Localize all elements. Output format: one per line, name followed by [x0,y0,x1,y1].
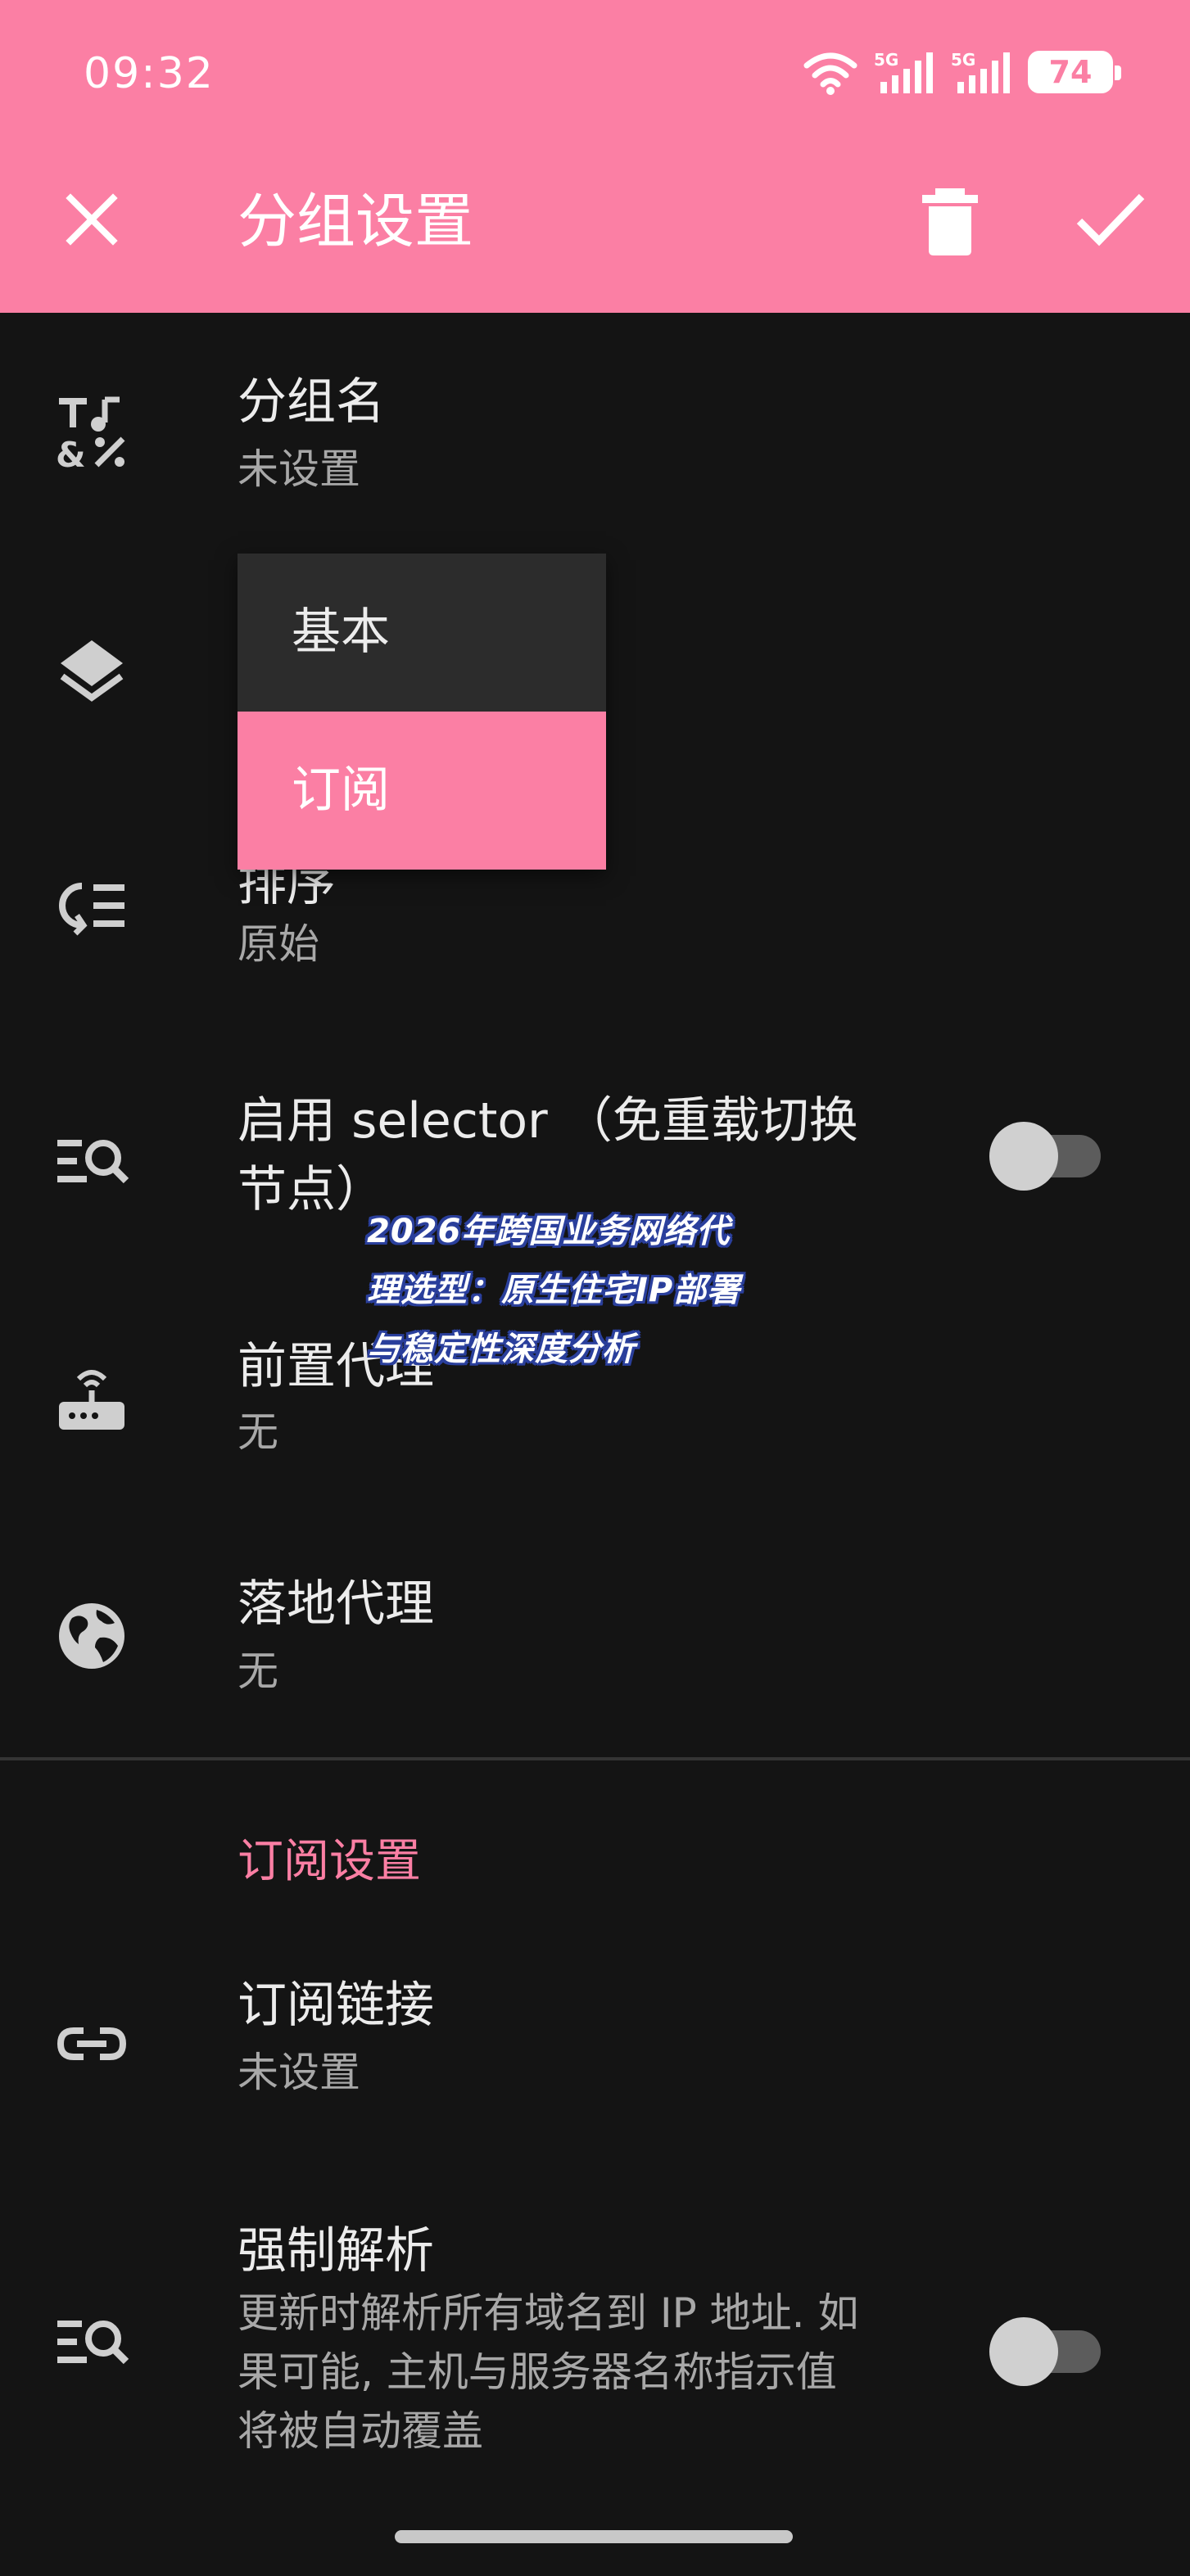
list-search-icon [57,2321,129,2365]
layers-icon [60,640,124,702]
subscription-link-row[interactable]: 订阅链接 未设置 [0,1947,1190,2127]
watermark-line: 与稳定性深度分析 [367,1331,636,1368]
row-description: 更新时解析所有域名到 IP 地址. 如 [238,2289,859,2337]
battery-icon: 74 [1028,51,1121,93]
watermark-overlay: 2026年跨国业务网络代 理选型：原生住宅IP部署 与稳定性深度分析 [367,1202,842,1379]
force-resolve-row[interactable]: 强制解析 更新时解析所有域名到 IP 地址. 如 果可能, 主机与服务器名称指示… [0,2183,1190,2478]
status-icons: 5G 5G 74 [802,47,1121,97]
row-title: 订阅链接 [238,1977,434,2034]
row-title: 强制解析 [238,2222,434,2280]
group-name-row[interactable]: & 分组名 未设置 [0,344,1190,508]
globe-icon [59,1603,124,1669]
cellular-signal-icon-2: 5G [951,50,1010,93]
svg-text:5G: 5G [874,50,898,70]
sort-icon [59,883,124,936]
svg-text:&: & [56,435,86,470]
watermark-line: 2026年跨国业务网络代 [367,1213,731,1250]
close-icon[interactable] [59,187,124,252]
row-subtitle: 未设置 [238,2049,360,2096]
text-format-icon: & [56,396,125,470]
row-subtitle: 未设置 [238,445,360,493]
router-icon [59,1370,124,1430]
switch-thumb [989,1122,1058,1191]
cellular-signal-icon: 5G [874,50,933,93]
row-title: 启用 selector （免重载切换 [238,1092,858,1150]
app-bar: 09:32 5G 5G 74 分组设置 [0,0,1190,313]
row-title: 分组名 [238,373,385,431]
menu-item-subscription[interactable]: 订阅 [238,712,606,870]
section-divider [0,1757,1190,1760]
row-title: 落地代理 [238,1575,434,1633]
wifi-icon [803,52,857,95]
home-indicator[interactable] [395,2530,793,2543]
switch-thumb [989,2317,1058,2386]
status-time: 09:32 [84,49,215,98]
row-subtitle: 无 [238,1408,278,1456]
row-description: 果可能, 主机与服务器名称指示值 [238,2348,837,2396]
section-header: 订阅设置 [238,1835,421,1888]
watermark-line: 理选型：原生住宅IP部署 [367,1272,741,1309]
row-title-continued: 节点） [238,1161,385,1218]
row-subtitle: 原始 [238,920,319,968]
selector-switch[interactable] [989,1112,1101,1191]
row-subtitle: 无 [238,1647,278,1695]
list-search-icon [57,1140,129,1184]
svg-text:5G: 5G [951,50,975,70]
row-description: 将被自动覆盖 [238,2407,483,2455]
menu-item-basic[interactable]: 基本 [238,554,606,712]
page-title: 分组设置 [238,187,474,255]
group-type-menu: 基本 订阅 [238,554,606,870]
force-resolve-switch[interactable] [989,2307,1101,2386]
battery-level: 74 [1048,54,1093,90]
screen: 09:32 5G 5G 74 分组设置 & 分组名 未设置 排序 原始 启用 s… [0,0,1190,2576]
link-icon [57,2027,127,2060]
check-icon[interactable] [1073,187,1147,252]
landing-proxy-row[interactable]: 落地代理 无 [0,1546,1190,1726]
trash-icon[interactable] [917,185,983,257]
